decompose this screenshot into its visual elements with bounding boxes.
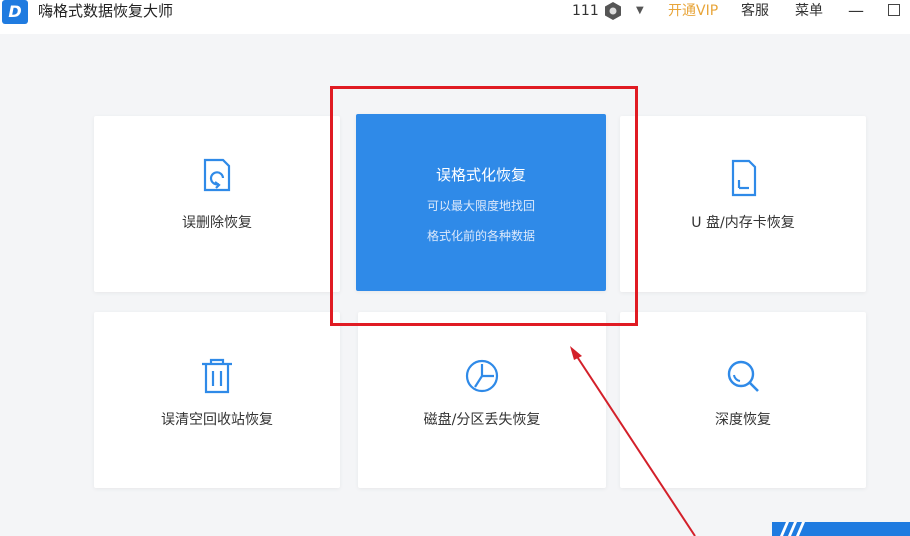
annotation-arrow [570, 346, 696, 536]
corner-stripes [780, 522, 805, 536]
